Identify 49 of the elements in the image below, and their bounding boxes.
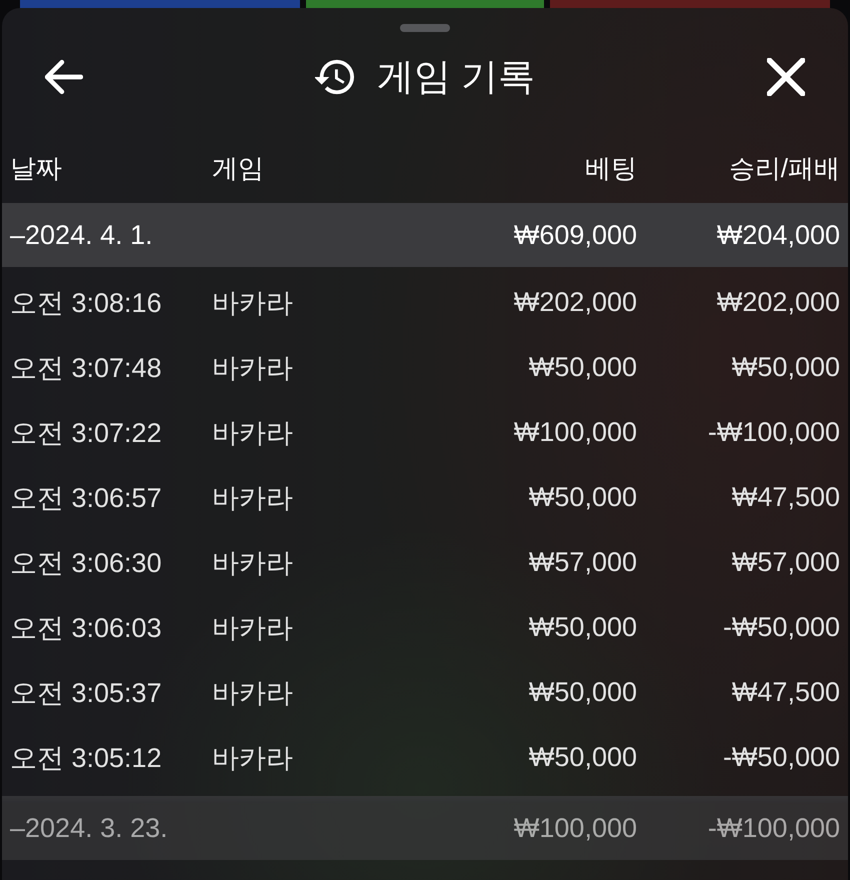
game-cell-text: 바카라 — [212, 676, 294, 710]
column-header: 날짜 — [10, 152, 63, 184]
time-cell-text: 오전 3:07:48 — [10, 352, 163, 384]
bet-cell-text: ₩50,000 — [528, 352, 637, 383]
column-header: 게임 — [212, 152, 265, 184]
game-cell-text: 바카라 — [212, 612, 294, 644]
group-date: –2024. 4. 1. — [10, 220, 154, 250]
bet-cell-text: ₩57,000 — [528, 547, 637, 578]
game-cell-text: 바카라 — [212, 352, 294, 384]
history-icon — [314, 57, 355, 97]
time-cell-text: 오전 3:07:22 — [10, 416, 163, 450]
bet-cell-text: ₩50,000 — [528, 742, 637, 773]
time-cell-text: 오전 3:06:03 — [10, 612, 163, 644]
result-cell-text: -₩100,000 — [706, 417, 840, 448]
group-date: –2024. 3. 23. — [10, 812, 169, 844]
group-result-total: -₩100,000 — [706, 812, 840, 844]
date-group-row[interactable]: –2024. 4. 1. ₩609,000 ₩204,000 — [2, 203, 848, 267]
time-cell-text: 오전 3:06:30 — [10, 546, 163, 580]
column-header: 승리/패배 — [728, 152, 840, 184]
result-cell-text: ₩47,500 — [730, 677, 840, 708]
arrow-left-icon — [45, 58, 83, 96]
result-cell-text: ₩47,500 — [730, 482, 840, 513]
game-cell-text: 바카라 — [212, 482, 294, 514]
group-bet-total: ₩609,000 — [512, 220, 637, 250]
time-cell-text: 오전 3:08:16 — [10, 286, 163, 320]
date-group-row[interactable]: –2024. 3. 23. ₩100,000 -₩100,000 — [2, 796, 848, 860]
column-header: 베팅 — [584, 152, 637, 184]
sheet-title: 게임 기록 — [376, 55, 536, 99]
game-cell-text: 바카라 — [212, 286, 294, 320]
bet-cell-text: ₩202,000 — [512, 287, 637, 318]
result-cell-text: ₩202,000 — [716, 287, 840, 318]
drag-handle[interactable] — [400, 24, 450, 32]
group-result-total: ₩204,000 — [716, 220, 840, 250]
bet-cell-text: ₩50,000 — [528, 612, 637, 643]
time-cell-text: 오전 3:05:12 — [10, 742, 163, 774]
time-cell-text: 오전 3:06:57 — [10, 482, 163, 514]
result-cell-text: -₩50,000 — [722, 742, 840, 773]
close-icon — [767, 58, 805, 96]
game-cell-text: 바카라 — [212, 546, 294, 580]
bet-cell-text: ₩50,000 — [528, 677, 637, 708]
result-cell-text: ₩57,000 — [730, 547, 840, 578]
time-cell-text: 오전 3:05:37 — [10, 676, 163, 710]
result-cell-text: -₩50,000 — [722, 612, 840, 643]
group-bet-total: ₩100,000 — [512, 812, 637, 844]
bet-cell-text: ₩50,000 — [528, 482, 637, 513]
result-cell-text: ₩50,000 — [730, 352, 840, 383]
bet-cell-text: ₩100,000 — [512, 417, 637, 448]
game-cell-text: 바카라 — [212, 742, 294, 774]
game-cell-text: 바카라 — [212, 416, 294, 450]
